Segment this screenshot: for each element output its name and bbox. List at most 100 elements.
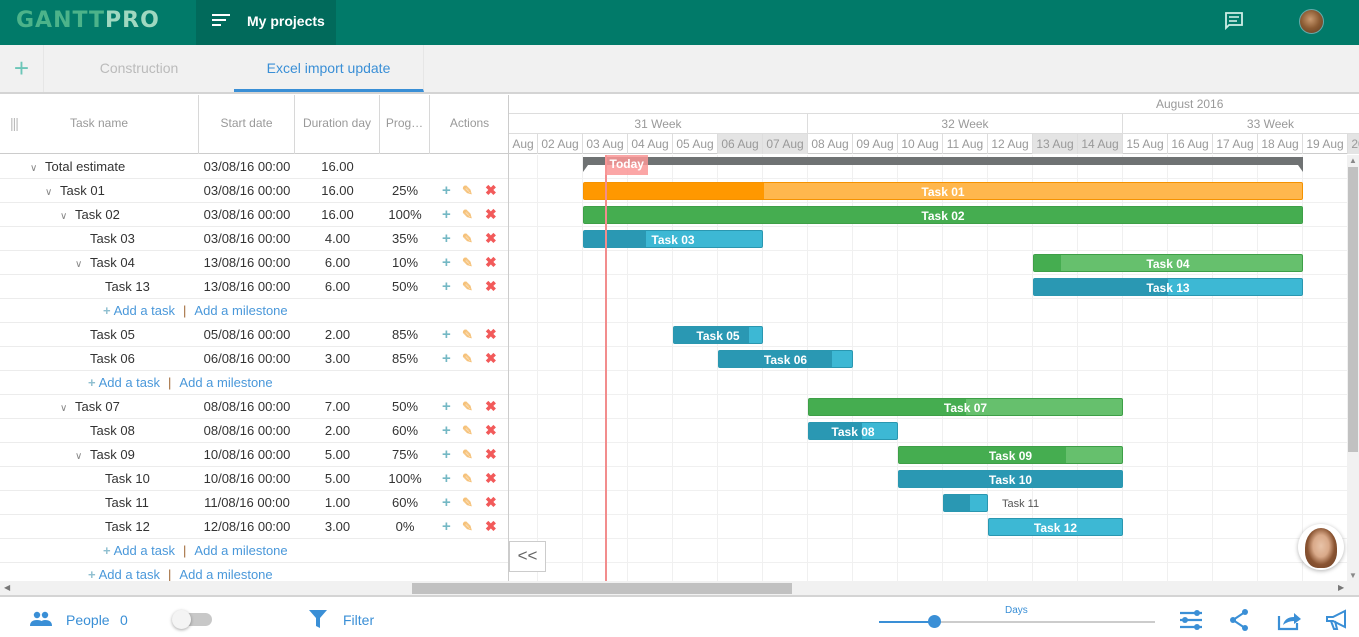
add-task-link[interactable]: Add a task [114,543,175,558]
task-name-cell[interactable]: ∨ Task 01 [0,179,199,202]
duration-cell[interactable]: 2.00 [295,419,380,442]
ganttpro-logo[interactable]: GANTTPRO [16,8,160,33]
progress-cell[interactable]: 0% [380,515,430,538]
task-row[interactable]: ∨ Task 09 10/08/16 00:00 5.00 75% + ✎ ✖ [0,443,508,467]
delete-icon[interactable]: ✖ [485,491,497,514]
add-task-link[interactable]: Add a task [99,567,160,581]
progress-cell[interactable]: 60% [380,419,430,442]
duration-cell[interactable]: 4.00 [295,227,380,250]
delete-icon[interactable]: ✖ [485,347,497,370]
task-row[interactable]: ∨ Task 02 03/08/16 00:00 16.00 100% + ✎ ✖ [0,203,508,227]
task-bar[interactable]: Task 07 [808,398,1123,416]
scroll-down-icon[interactable]: ▼ [1349,571,1357,580]
task-bar[interactable]: Task 03 [583,230,763,248]
edit-pencil-icon[interactable]: ✎ [462,323,473,346]
task-row[interactable]: Task 13 13/08/16 00:00 6.00 50% + ✎ ✖ [0,275,508,299]
chevron-down-icon[interactable]: ∨ [75,253,85,276]
task-row[interactable]: ∨ Task 07 08/08/16 00:00 7.00 50% + ✎ ✖ [0,395,508,419]
plus-icon[interactable]: + [103,303,111,318]
task-name-cell[interactable]: ∨ Task 07 [0,395,199,418]
plus-icon[interactable]: + [103,543,111,558]
task-name-cell[interactable]: ∨ Task 02 [0,203,199,226]
collapse-grid-button[interactable]: << [509,541,546,572]
add-milestone-link[interactable]: Add a milestone [179,375,272,390]
start-date-cell[interactable]: 06/08/16 00:00 [199,347,295,370]
start-date-cell[interactable]: 05/08/16 00:00 [199,323,295,346]
filter-icon[interactable] [309,610,327,628]
task-bar[interactable]: Task 02 [583,206,1303,224]
task-row[interactable]: ∨ Task 04 13/08/16 00:00 6.00 10% + ✎ ✖ [0,251,508,276]
task-name-cell[interactable]: Task 11 [0,491,199,514]
plus-icon[interactable]: + [88,567,96,581]
task-bar[interactable]: Task 12 [988,518,1123,536]
edit-pencil-icon[interactable]: ✎ [462,419,473,442]
task-bar[interactable]: Task 06 [718,350,853,368]
edit-pencil-icon[interactable]: ✎ [462,395,473,418]
task-name-cell[interactable]: Task 06 [0,347,199,370]
progress-cell[interactable]: 50% [380,275,430,298]
duration-cell[interactable]: 16.00 [295,203,380,226]
start-date-cell[interactable]: 10/08/16 00:00 [199,443,295,466]
add-subtask-icon[interactable]: + [442,203,451,226]
column-progress[interactable]: Prog… [380,95,430,154]
task-name-cell[interactable]: ∨ Task 09 [0,443,199,466]
progress-cell[interactable]: 75% [380,443,430,466]
people-toggle[interactable] [172,610,212,629]
chevron-down-icon[interactable]: ∨ [45,181,55,204]
people-icon[interactable] [30,611,52,627]
column-start-date[interactable]: Start date [199,95,295,154]
duration-cell[interactable]: 5.00 [295,467,380,490]
task-row[interactable]: Task 11 11/08/16 00:00 1.00 60% + ✎ ✖ [0,491,508,515]
start-date-cell[interactable]: 03/08/16 00:00 [199,155,295,178]
chevron-down-icon[interactable]: ∨ [60,397,70,420]
task-bar[interactable]: Task 08 [808,422,898,440]
add-subtask-icon[interactable]: + [442,323,451,346]
edit-pencil-icon[interactable]: ✎ [462,275,473,298]
chevron-down-icon[interactable]: ∨ [30,157,40,180]
vertical-scroll-thumb[interactable] [1348,167,1358,452]
add-task-link[interactable]: Add a task [114,303,175,318]
task-name-cell[interactable]: Task 12 [0,515,199,538]
task-bar[interactable]: Task 04 [1033,254,1303,272]
column-drag-handle-icon[interactable]: ||| [0,95,28,154]
scroll-right-icon[interactable]: ▶ [1338,583,1344,592]
announcements-megaphone-icon[interactable] [1325,609,1349,631]
start-date-cell[interactable]: 12/08/16 00:00 [199,515,295,538]
add-subtask-icon[interactable]: + [442,275,451,298]
chevron-down-icon[interactable]: ∨ [60,205,70,228]
start-date-cell[interactable]: 13/08/16 00:00 [199,251,295,274]
edit-pencil-icon[interactable]: ✎ [462,179,473,202]
task-row[interactable]: Task 05 05/08/16 00:00 2.00 85% + ✎ ✖ [0,323,508,347]
edit-pencil-icon[interactable]: ✎ [462,203,473,226]
start-date-cell[interactable]: 11/08/16 00:00 [199,491,295,514]
start-date-cell[interactable]: 08/08/16 00:00 [199,419,295,442]
user-avatar[interactable] [1299,9,1324,34]
tab-construction[interactable]: Construction [44,45,234,92]
add-subtask-icon[interactable]: + [442,443,451,466]
task-name-cell[interactable]: Task 10 [0,467,199,490]
duration-cell[interactable]: 16.00 [295,179,380,202]
progress-cell[interactable]: 85% [380,323,430,346]
add-subtask-icon[interactable]: + [442,515,451,538]
column-duration[interactable]: Duration day [295,95,380,154]
task-name-cell[interactable]: Task 03 [0,227,199,250]
duration-cell[interactable]: 6.00 [295,251,380,274]
zoom-slider-handle[interactable] [928,615,942,628]
delete-icon[interactable]: ✖ [485,227,497,250]
add-subtask-icon[interactable]: + [442,419,451,442]
task-row[interactable]: Task 10 10/08/16 00:00 5.00 100% + ✎ ✖ [0,467,508,491]
add-milestone-link[interactable]: Add a milestone [194,303,287,318]
task-row[interactable]: Task 06 06/08/16 00:00 3.00 85% + ✎ ✖ [0,347,508,371]
delete-icon[interactable]: ✖ [485,515,497,538]
task-row[interactable]: Task 12 12/08/16 00:00 3.00 0% + ✎ ✖ [0,515,508,539]
chevron-down-icon[interactable]: ∨ [75,445,85,468]
task-bar[interactable]: Task 01 [583,182,1303,200]
people-button[interactable]: People [66,612,110,628]
edit-pencil-icon[interactable]: ✎ [462,227,473,250]
delete-icon[interactable]: ✖ [485,419,497,442]
delete-icon[interactable]: ✖ [485,251,497,274]
edit-pencil-icon[interactable]: ✎ [462,347,473,370]
task-row[interactable]: ∨ Task 01 03/08/16 00:00 16.00 25% + ✎ ✖ [0,179,508,203]
add-subtask-icon[interactable]: + [442,227,451,250]
duration-cell[interactable]: 16.00 [295,155,380,178]
